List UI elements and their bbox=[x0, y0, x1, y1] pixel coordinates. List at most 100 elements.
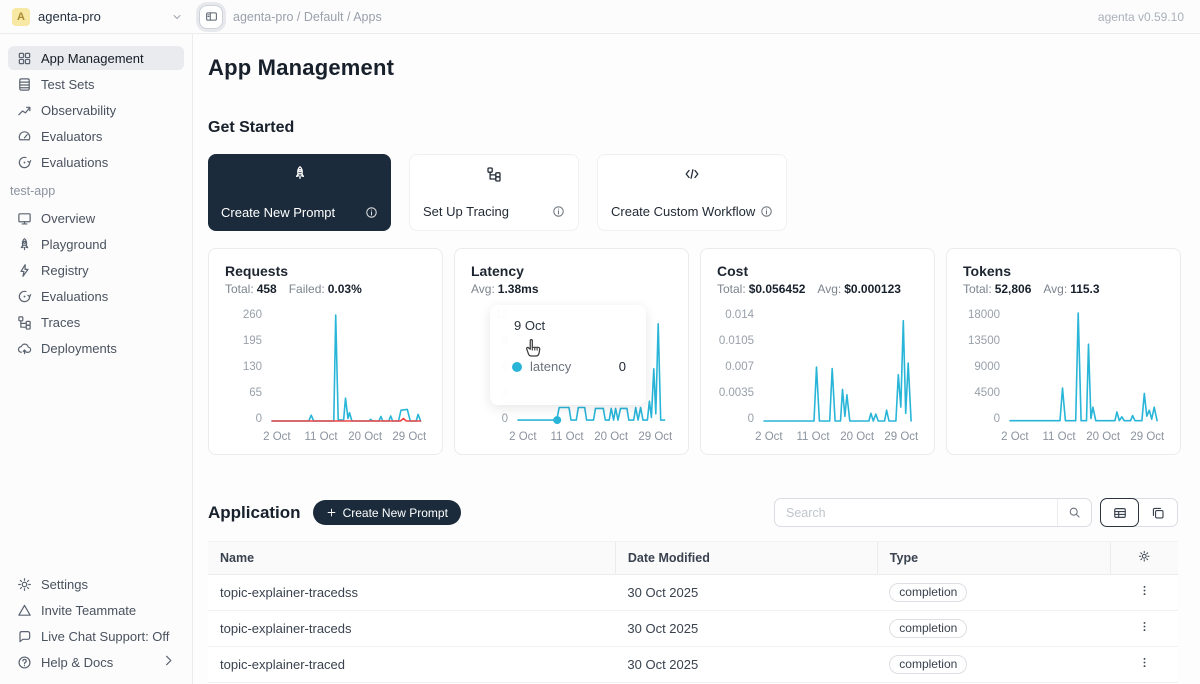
app-name[interactable]: topic-explainer-traced bbox=[208, 646, 615, 682]
info-icon[interactable] bbox=[365, 206, 378, 219]
card-label: Set Up Tracing bbox=[423, 204, 509, 219]
sidebar-item-observability[interactable]: Observability bbox=[8, 98, 184, 122]
table-row[interactable]: topic-explainer-traceds 30 Oct 2025 comp… bbox=[208, 610, 1178, 646]
create-new-prompt-card[interactable]: Create New Prompt bbox=[208, 154, 391, 231]
chevron-down-icon bbox=[171, 11, 183, 23]
bolt-icon bbox=[16, 263, 32, 278]
get-started-heading: Get Started bbox=[208, 119, 1178, 137]
sidebar-item-overview[interactable]: Overview bbox=[8, 206, 184, 230]
metric-stats: Total:$0.056452Avg:$0.000123 bbox=[717, 282, 918, 296]
x-axis-tick: 2 Oct bbox=[263, 431, 290, 443]
hovered-point-marker bbox=[553, 416, 561, 424]
card-view-button[interactable] bbox=[1138, 499, 1177, 526]
sidebar-item-live-chat-support-off[interactable]: Live Chat Support: Off bbox=[8, 624, 184, 648]
kebab-icon bbox=[1138, 620, 1151, 633]
line-chart-requests[interactable] bbox=[270, 309, 426, 425]
type-badge: completion bbox=[889, 619, 967, 638]
create-new-prompt-button[interactable]: Create New Prompt bbox=[313, 500, 461, 525]
y-axis: 0.0140.01050.0070.00350 bbox=[717, 309, 762, 425]
row-actions-button[interactable] bbox=[1110, 574, 1178, 610]
sidebar-item-deployments[interactable]: Deployments bbox=[8, 336, 184, 360]
workspace-selector[interactable]: A agenta-pro bbox=[0, 0, 193, 33]
panel-toggle-icon bbox=[205, 10, 218, 23]
type-badge: completion bbox=[889, 655, 967, 674]
traces-icon bbox=[16, 315, 32, 330]
search-input[interactable] bbox=[775, 506, 1057, 520]
x-axis-tick: 11 Oct bbox=[305, 431, 338, 443]
sidebar-item-label: Settings bbox=[41, 577, 88, 592]
metric-stat: Avg:115.3 bbox=[1043, 282, 1099, 296]
y-axis-tick: 65 bbox=[249, 387, 262, 399]
card-view-icon bbox=[1151, 506, 1165, 520]
code-icon bbox=[611, 166, 773, 182]
search-box bbox=[774, 498, 1092, 527]
column-header-name[interactable]: Name bbox=[208, 542, 615, 575]
y-axis-tick: 0 bbox=[748, 413, 754, 425]
column-header-date-modified[interactable]: Date Modified bbox=[615, 542, 877, 575]
y-axis-tick: 130 bbox=[243, 361, 262, 373]
x-axis-tick: 11 Oct bbox=[797, 431, 830, 443]
page-title: App Management bbox=[208, 55, 1178, 81]
table-view-button[interactable] bbox=[1100, 498, 1139, 527]
app-name[interactable]: topic-explainer-traceds bbox=[208, 610, 615, 646]
metric-stats: Total:458Failed:0.03% bbox=[225, 282, 426, 296]
metric-title: Tokens bbox=[963, 263, 1164, 279]
sidebar-item-playground[interactable]: Playground bbox=[8, 232, 184, 256]
breadcrumb[interactable]: agenta-pro / Default / Apps bbox=[233, 10, 382, 24]
sidebar-item-evaluators[interactable]: Evaluators bbox=[8, 124, 184, 148]
sidebar-item-traces[interactable]: Traces bbox=[8, 310, 184, 334]
line-chart-tokens[interactable] bbox=[1008, 309, 1164, 425]
sidebar-item-evaluations[interactable]: Evaluations bbox=[8, 284, 184, 308]
view-toggle bbox=[1100, 498, 1178, 527]
series-cost bbox=[764, 321, 911, 421]
tooltip-value: 0 bbox=[619, 359, 626, 374]
line-chart-cost[interactable] bbox=[762, 309, 918, 425]
set-up-tracing-card[interactable]: Set Up Tracing bbox=[409, 154, 579, 231]
sidebar-item-invite-teammate[interactable]: Invite Teammate bbox=[8, 598, 184, 622]
info-icon[interactable] bbox=[760, 205, 773, 218]
invite-icon bbox=[16, 603, 32, 618]
x-axis-tick: 29 Oct bbox=[884, 431, 918, 443]
y-axis-tick: 13500 bbox=[968, 335, 1000, 347]
sidebar-item-app-management[interactable]: App Management bbox=[8, 46, 184, 70]
sidebar-item-label: Registry bbox=[41, 263, 89, 278]
gauge-icon bbox=[16, 129, 32, 144]
observability-icon bbox=[16, 103, 32, 118]
sidebar-item-test-sets[interactable]: Test Sets bbox=[8, 72, 184, 96]
y-axis-tick: 0.0035 bbox=[719, 387, 754, 399]
search-button[interactable] bbox=[1057, 499, 1091, 526]
metric-card-requests: Requests Total:458Failed:0.03% 260195130… bbox=[208, 248, 443, 455]
x-axis: 2 Oct11 Oct20 Oct29 Oct bbox=[270, 431, 426, 445]
sidebar-item-label: Overview bbox=[41, 211, 95, 226]
x-axis-tick: 29 Oct bbox=[392, 431, 426, 443]
applications-table: Name Date Modified Type topic-explainer-… bbox=[208, 541, 1178, 684]
y-axis-tick: 4500 bbox=[974, 387, 1000, 399]
sidebar-toggle-button[interactable] bbox=[199, 5, 223, 29]
x-axis-tick: 11 Oct bbox=[551, 431, 584, 443]
sidebar-item-registry[interactable]: Registry bbox=[8, 258, 184, 282]
y-axis-tick: 260 bbox=[243, 309, 262, 321]
create-custom-workflow-card[interactable]: Create Custom Workflow bbox=[597, 154, 787, 231]
sidebar-item-help-docs[interactable]: Help & Docs bbox=[8, 650, 184, 674]
top-bar: A agenta-pro agenta-pro / Default / Apps… bbox=[0, 0, 1200, 34]
workspace-avatar: A bbox=[12, 8, 30, 26]
metric-stat: Avg:$0.000123 bbox=[817, 282, 901, 296]
app-version: agenta v0.59.10 bbox=[1098, 10, 1200, 24]
row-actions-button[interactable] bbox=[1110, 646, 1178, 682]
table-row[interactable]: topic-explainer-tracedss 30 Oct 2025 com… bbox=[208, 574, 1178, 610]
table-row[interactable]: topic-explainer-traced 30 Oct 2025 compl… bbox=[208, 646, 1178, 682]
info-icon[interactable] bbox=[552, 205, 565, 218]
sidebar-item-label: Live Chat Support: Off bbox=[41, 629, 169, 644]
sidebar-item-label: Help & Docs bbox=[41, 655, 113, 670]
sidebar-item-label: Evaluations bbox=[41, 155, 108, 170]
column-header-type[interactable]: Type bbox=[877, 542, 1110, 575]
sidebar-item-settings[interactable]: Settings bbox=[8, 572, 184, 596]
x-axis-tick: 20 Oct bbox=[840, 431, 874, 443]
row-actions-button[interactable] bbox=[1110, 610, 1178, 646]
sidebar-item-label: Evaluators bbox=[41, 129, 102, 144]
app-name[interactable]: topic-explainer-tracedss bbox=[208, 574, 615, 610]
app-date-modified: 30 Oct 2025 bbox=[615, 610, 877, 646]
sidebar-item-evaluations[interactable]: Evaluations bbox=[8, 150, 184, 174]
column-settings-button[interactable] bbox=[1110, 542, 1178, 575]
kebab-icon bbox=[1138, 656, 1151, 669]
